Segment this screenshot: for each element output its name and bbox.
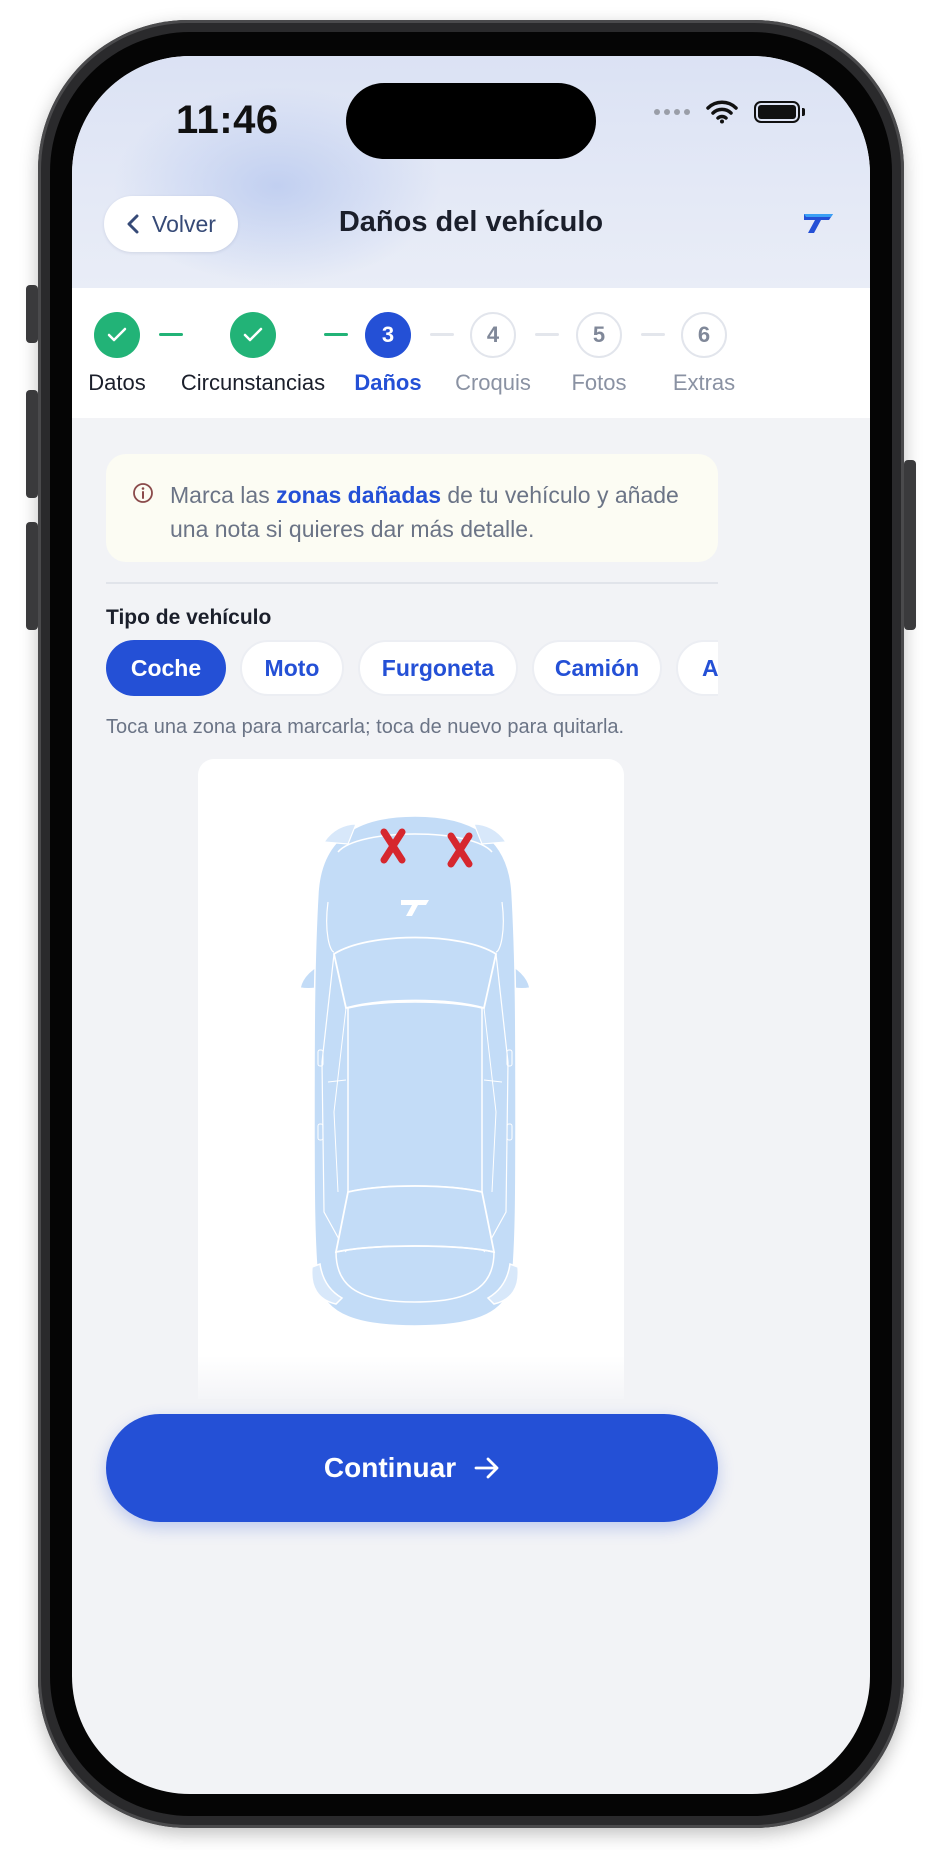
brand-logo-icon (804, 214, 833, 233)
info-icon (133, 483, 153, 503)
step-label: Extras (672, 370, 736, 395)
dynamic-island (346, 83, 596, 159)
volume-up-button (26, 390, 38, 498)
chip-moto[interactable]: Moto (240, 640, 344, 696)
car-zone-windshield[interactable] (332, 936, 498, 1010)
progress-stepper: Datos Circunstancias 3 Daños 4 Croquis 5… (72, 288, 870, 418)
wifi-icon (706, 100, 738, 124)
step-number: 6 (681, 312, 727, 358)
car-zone-rear-window[interactable] (334, 1185, 496, 1254)
chip-furgoneta[interactable]: Furgoneta (358, 640, 518, 696)
vehicle-type-selector: Coche Moto Furgoneta Camión Autobús (106, 640, 718, 700)
chip-camion[interactable]: Camión (532, 640, 662, 696)
battery-icon (754, 101, 805, 123)
info-text: Marca las zonas dañadas de tu vehículo y… (170, 478, 694, 546)
info-banner: Marca las zonas dañadas de tu vehículo y… (106, 454, 718, 562)
status-icons (654, 100, 805, 124)
step-number: 4 (470, 312, 516, 358)
chip-autobus[interactable]: Autobús (676, 640, 718, 696)
volume-down-button (26, 522, 38, 630)
info-text-start: Marca las (170, 482, 277, 508)
info-highlight: zonas dañadas (276, 482, 441, 508)
step-number: 5 (576, 312, 622, 358)
tap-hint: Toca una zona para marcarla; toca de nue… (106, 716, 625, 738)
status-time: 11:46 (176, 98, 279, 142)
continue-button[interactable]: Continuar (106, 1414, 718, 1522)
step-check-icon (94, 312, 140, 358)
vehicle-type-label: Tipo de vehículo (106, 606, 272, 629)
app-screen: 11:46 Volver Daños del vehículo Datos Ci… (72, 56, 870, 1794)
continue-button-label: Continuar (323, 1452, 457, 1483)
section-divider (106, 582, 718, 584)
arrow-right-icon (474, 1457, 499, 1479)
chip-coche[interactable]: Coche (106, 640, 226, 696)
canvas-fade (198, 1356, 624, 1406)
power-button (904, 460, 916, 630)
signal-icon (654, 109, 690, 115)
step-extras[interactable]: 6 Extras (624, 288, 784, 396)
page-title: Daños del vehículo (338, 206, 604, 238)
step-number: 3 (365, 312, 411, 358)
car-zone-roof[interactable] (347, 1001, 483, 1193)
step-check-icon (230, 312, 276, 358)
action-button (26, 285, 38, 343)
car-top-view (299, 815, 531, 1327)
